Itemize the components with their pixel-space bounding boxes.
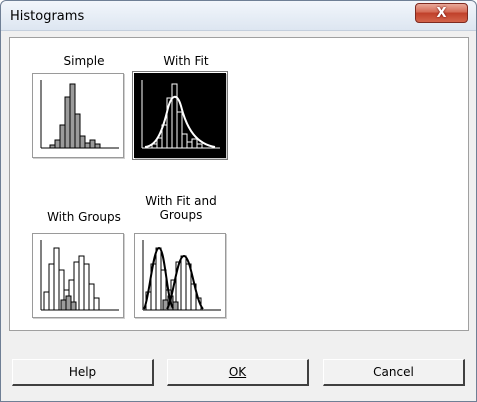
gallery-item-with-groups[interactable]: With Groups [32,194,136,324]
gallery-item-simple[interactable]: Simple [32,54,136,164]
close-icon: X [436,5,447,21]
button-bar: Help OK Cancel [1,339,476,389]
title-bar: Histograms X [1,1,476,31]
with-fit-and-groups-histogram-thumbnail[interactable] [134,233,226,318]
gallery-label-with-fit: With Fit [163,54,209,68]
ok-button[interactable]: OK [167,359,309,386]
gallery-item-with-fit[interactable]: With Fit [132,54,238,164]
with-groups-histogram-thumbnail[interactable] [32,233,124,318]
histogram-with-groups-icon [40,240,119,311]
simple-histogram-icon [40,80,119,149]
cancel-button[interactable]: Cancel [323,359,465,386]
histogram-with-fit-and-groups-icon [142,240,221,311]
help-button-label: Help [68,365,97,379]
gallery-label-with-fit-and-groups: With Fit and Groups [145,194,217,222]
ok-button-label: OK [228,365,247,379]
gallery-item-with-fit-and-groups[interactable]: With Fit and Groups [134,194,238,324]
gallery-label-simple: Simple [63,54,105,68]
simple-histogram-thumbnail[interactable] [32,73,124,158]
histograms-dialog: Histograms X Simple With Fit With Groups… [0,0,477,402]
cancel-button-label: Cancel [373,365,414,379]
gallery-label-with-groups: With Groups [47,210,121,224]
close-button[interactable]: X [415,3,468,23]
help-button[interactable]: Help [12,359,154,386]
graph-gallery: Simple With Fit With Groups With Fit and… [9,37,469,331]
histogram-with-fit-icon [141,80,220,149]
with-fit-histogram-thumbnail[interactable] [132,71,228,160]
dialog-title: Histograms [10,9,85,24]
